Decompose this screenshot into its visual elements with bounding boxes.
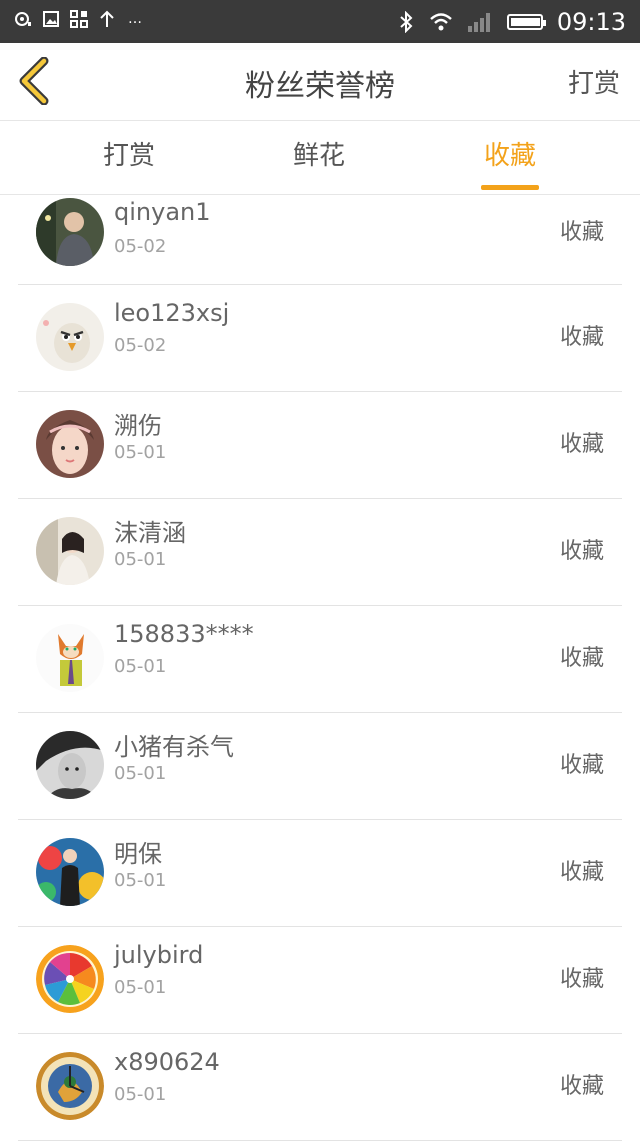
date: 05-01 [114, 977, 167, 998]
fox-cartoon-avatar [36, 624, 104, 692]
date: 05-02 [114, 236, 167, 257]
list-item[interactable]: 沫清涵 05-01 收藏 [18, 499, 622, 606]
user-name: 溯伤 [114, 412, 162, 440]
tab-label: 打赏 [102, 141, 155, 171]
graffiti-photo-avatar [36, 838, 104, 906]
more-icon: … [128, 11, 142, 27]
user-name: 158833**** [114, 620, 254, 648]
tab-label: 收藏 [483, 141, 536, 171]
favorite-label: 收藏 [559, 646, 604, 671]
status-right-icons: 09:13 [397, 6, 626, 38]
girl-photo-avatar [36, 517, 104, 585]
status-left-icons: … [14, 10, 144, 28]
date: 05-01 [114, 442, 167, 463]
date: 05-01 [114, 656, 167, 677]
date: 05-01 [114, 1084, 167, 1105]
clock-badge-avatar [36, 1052, 104, 1120]
tab-label: 鲜花 [292, 141, 345, 171]
man-bw-photo-avatar [36, 731, 104, 799]
app-header: 粉丝荣誉榜 打赏 [0, 43, 640, 121]
date: 05-01 [114, 870, 167, 891]
fan-list: qinyan1 05-02 收藏 leo123xsj 05-02 收藏 溯伤 0… [0, 194, 640, 1141]
tab-reward[interactable]: 打赏 [49, 121, 209, 194]
tab-favorites[interactable]: 收藏 [430, 121, 590, 194]
reward-button[interactable]: 打赏 [568, 63, 620, 100]
favorite-label: 收藏 [559, 860, 604, 885]
date: 05-02 [114, 335, 167, 356]
list-item[interactable]: julybird 05-01 收藏 [18, 927, 622, 1034]
user-name: leo123xsj [114, 299, 230, 327]
user-name: 明保 [114, 840, 162, 868]
image-icon [42, 10, 60, 28]
user-name: qinyan1 [114, 198, 211, 226]
favorite-label: 收藏 [559, 1074, 604, 1099]
user-name: julybird [114, 941, 204, 969]
camera-icon [14, 10, 32, 28]
tab-flowers[interactable]: 鲜花 [239, 121, 399, 194]
list-item[interactable]: 明保 05-01 收藏 [18, 820, 622, 927]
favorite-label: 收藏 [559, 432, 604, 457]
rainbow-citrus-avatar [36, 945, 104, 1013]
favorite-label: 收藏 [559, 220, 604, 245]
wifi-icon [429, 13, 453, 31]
user-name: 小猪有杀气 [114, 733, 234, 761]
list-item[interactable]: 158833**** 05-01 收藏 [18, 606, 622, 713]
girl-photo-avatar [36, 410, 104, 478]
active-tab-indicator [481, 185, 539, 190]
date: 05-01 [114, 763, 167, 784]
favorite-label: 收藏 [559, 325, 604, 350]
favorite-label: 收藏 [559, 753, 604, 778]
list-item[interactable]: qinyan1 05-02 收藏 [18, 194, 622, 285]
date: 05-01 [114, 549, 167, 570]
list-item[interactable]: 小猪有杀气 05-01 收藏 [18, 713, 622, 820]
page-title: 粉丝荣誉榜 [245, 69, 395, 104]
app-grid-icon [70, 10, 88, 28]
upload-icon [98, 10, 116, 28]
favorite-label: 收藏 [559, 539, 604, 564]
bluetooth-icon [397, 11, 415, 33]
battery-icon [506, 14, 546, 30]
list-item[interactable]: x890624 05-01 收藏 [18, 1034, 622, 1141]
favorite-label: 收藏 [559, 967, 604, 992]
list-item[interactable]: leo123xsj 05-02 收藏 [18, 285, 622, 392]
tab-bar: 打赏 鲜花 收藏 [0, 121, 640, 195]
status-time: 09:13 [556, 8, 626, 36]
user-name: 沫清涵 [114, 519, 186, 547]
person-photo-avatar [36, 198, 104, 266]
list-item[interactable]: 溯伤 05-01 收藏 [18, 392, 622, 499]
status-bar: … 09:13 [0, 0, 640, 43]
user-name: x890624 [114, 1048, 220, 1076]
angry-bird-avatar [36, 303, 104, 371]
signal-icon [467, 13, 493, 32]
